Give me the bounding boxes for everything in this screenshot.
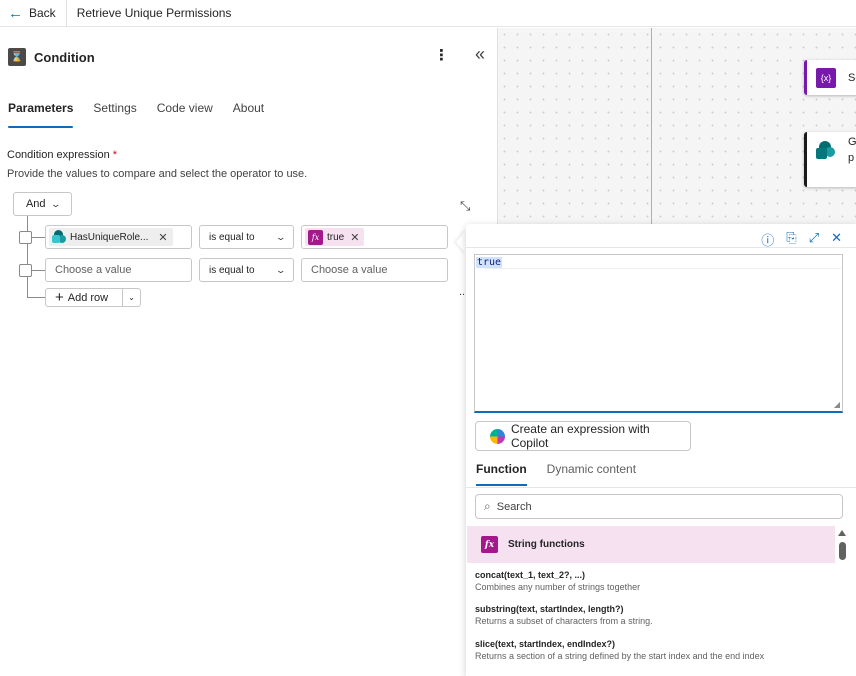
function-item[interactable]: slice(text, startIndex, endIndex?) Retur… [475, 639, 835, 661]
tab-parameters[interactable]: Parameters [8, 101, 74, 128]
close-icon[interactable]: ✕ [158, 231, 167, 244]
function-name: substring(text, startIndex, length?) [475, 604, 624, 614]
node-accent-bar [804, 132, 807, 187]
tab-function[interactable]: Function [476, 462, 527, 486]
tab-about[interactable]: About [233, 101, 264, 128]
copilot-label: Create an expression with Copilot [510, 422, 650, 450]
expression-token[interactable]: fx true ✕ [305, 228, 365, 246]
tree-connector [27, 297, 45, 298]
condition-label-text: Condition expression [7, 149, 110, 161]
expression-input[interactable]: ◢ [474, 254, 843, 413]
dynamic-content-token[interactable]: HasUniqueRole... ✕ [49, 228, 173, 246]
expression-editor-popup: ⓘ ⎘ ⤢ ✕ ◢ true Create an expression with… [466, 224, 856, 676]
chevron-down-icon[interactable]: ⌄ [123, 293, 140, 302]
node-subtitle: p [848, 152, 855, 164]
add-row-button[interactable]: + Add row [46, 289, 123, 306]
row-connector [32, 237, 46, 238]
function-name: concat(text_1, text_2?, ...) [475, 570, 586, 580]
back-button[interactable]: ← Back [0, 0, 56, 27]
copilot-icon [490, 428, 505, 444]
current-line [484, 268, 841, 269]
condition-icon: ⌛ [8, 48, 26, 66]
operator-value: is equal to [209, 231, 255, 243]
plus-icon: + [55, 289, 64, 306]
add-row-split-button: + Add row ⌄ [45, 288, 141, 307]
collapse-panel-icon[interactable]: « [475, 44, 485, 65]
back-arrow-icon: ← [8, 4, 23, 22]
variable-icon: {x} [816, 68, 836, 88]
divider [466, 247, 856, 248]
required-mark: * [112, 149, 118, 161]
condition-right-operand[interactable]: fx true ✕ [301, 225, 448, 249]
back-label: Back [29, 6, 56, 20]
condition-left-operand[interactable]: Choose a value [45, 258, 192, 282]
token-label: true [327, 231, 345, 243]
function-desc: Combines any number of strings together [475, 582, 641, 592]
divider [466, 487, 856, 488]
node-title: Se [848, 72, 856, 84]
node-title: G [848, 136, 856, 148]
operator-dropdown[interactable]: is equal to ⌄ [199, 258, 294, 282]
search-icon: ⌕ [484, 499, 491, 513]
resize-handle[interactable]: ◢ [834, 400, 840, 409]
panel-tabs: Parameters Settings Code view About [8, 101, 264, 128]
condition-panel: ⌛ Condition ⋮ « Parameters Settings Code… [0, 28, 497, 676]
search-input[interactable] [496, 500, 842, 513]
token-label: HasUniqueRole... [70, 231, 149, 243]
popup-pointer [456, 230, 466, 254]
sharepoint-icon [816, 141, 836, 161]
divider [65, 0, 67, 27]
function-name: slice(text, startIndex, endIndex?) [475, 639, 616, 649]
panel-title: Condition [34, 49, 95, 65]
function-desc: Returns a subset of characters from a st… [475, 616, 653, 626]
function-item[interactable]: concat(text_1, text_2?, ...) Combines an… [475, 570, 835, 592]
row-checkbox[interactable] [19, 264, 32, 277]
scroll-thumb[interactable] [839, 542, 846, 560]
chevron-down-icon: ⌄ [275, 264, 287, 275]
minimize-icon[interactable]: ⤡ [460, 198, 470, 214]
scroll-up-icon[interactable] [838, 530, 846, 536]
row-connector [32, 270, 46, 271]
flow-title: Retrieve Unique Permissions [76, 6, 232, 20]
add-row-label: Add row [67, 291, 109, 304]
tree-connector [27, 216, 28, 298]
placeholder-text: Choose a value [311, 264, 388, 276]
sharepoint-icon [52, 230, 66, 244]
category-label: String functions [508, 539, 585, 550]
condition-description: Provide the values to compare and select… [7, 168, 308, 180]
placeholder-text: Choose a value [55, 264, 132, 276]
node-accent-bar [804, 60, 807, 95]
flow-node-sharepoint[interactable]: G p [804, 132, 856, 187]
scrollbar[interactable] [837, 526, 847, 676]
condition-right-operand[interactable]: Choose a value [301, 258, 448, 282]
function-search[interactable]: ⌕ [475, 494, 843, 519]
connector-line [651, 28, 652, 224]
function-item[interactable]: substring(text, startIndex, length?) Ret… [475, 604, 835, 626]
panel-header: ⌛ Condition ⋮ « [8, 44, 485, 68]
chevron-down-icon: ⌄ [275, 231, 287, 242]
chevron-down-icon: ⌄ [49, 198, 61, 209]
popup-tabs: Function Dynamic content [476, 462, 636, 486]
operator-value: is equal to [209, 264, 255, 276]
function-category-header[interactable]: fx String functions [467, 526, 835, 563]
condition-left-operand[interactable]: HasUniqueRole... ✕ [45, 225, 192, 249]
more-options-icon[interactable]: ⋮ [434, 46, 449, 64]
group-operator-dropdown[interactable]: And ⌄ [13, 192, 72, 216]
tab-code-view[interactable]: Code view [157, 101, 213, 128]
expression-text[interactable]: true [476, 257, 503, 268]
group-operator-value: And [25, 198, 46, 210]
copilot-button[interactable]: Create an expression with Copilot [475, 421, 691, 451]
tab-dynamic-content[interactable]: Dynamic content [547, 462, 636, 486]
tab-settings[interactable]: Settings [93, 101, 136, 128]
flow-node-variable[interactable]: {x} Se [804, 60, 856, 95]
operator-dropdown[interactable]: is equal to ⌄ [199, 225, 294, 249]
function-desc: Returns a section of a string defined by… [475, 651, 765, 661]
row-checkbox[interactable] [19, 231, 32, 244]
condition-expression-label: Condition expression * [7, 149, 117, 161]
close-icon[interactable]: ✕ [350, 231, 359, 244]
fx-icon: fx [308, 229, 323, 245]
top-bar: ← Back Retrieve Unique Permissions [0, 0, 856, 27]
fx-icon: fx [481, 536, 498, 553]
